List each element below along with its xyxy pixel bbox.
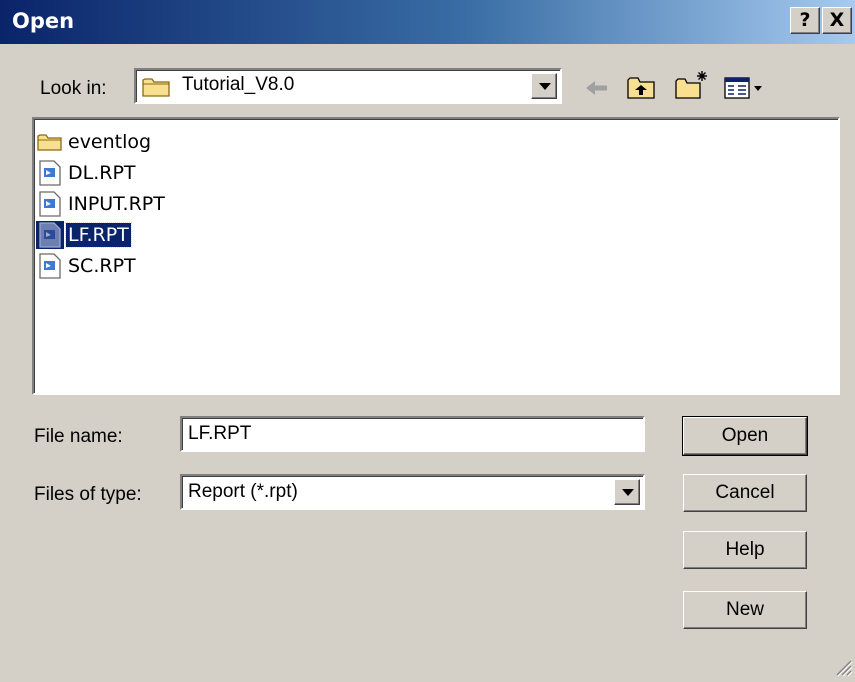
list-item[interactable]: INPUT.RPT	[36, 189, 167, 219]
list-item[interactable]: DL.RPT	[36, 158, 138, 188]
document-icon	[36, 252, 64, 280]
back-arrow-icon[interactable]	[584, 78, 610, 103]
file-type-combo[interactable]: Report (*.rpt)	[180, 474, 645, 510]
title-bar[interactable]: Open ? X	[0, 0, 855, 44]
file-name: SC.RPT	[68, 255, 136, 277]
up-folder-icon[interactable]	[626, 74, 656, 105]
list-item-selected[interactable]: LF.RPT	[36, 220, 132, 250]
file-type-value: Report (*.rpt)	[188, 481, 298, 502]
file-list[interactable]: eventlog DL.RPT INPUT.RPT LF.RPT SC.RPT	[32, 117, 840, 395]
help-button[interactable]: Help	[683, 531, 807, 569]
document-icon	[36, 221, 64, 249]
folder-icon	[36, 128, 64, 156]
new-button[interactable]: New	[683, 591, 807, 629]
file-name: LF.RPT	[65, 222, 132, 248]
chevron-down-icon	[622, 489, 634, 496]
file-name: INPUT.RPT	[68, 193, 165, 215]
open-button[interactable]: Open	[682, 416, 808, 456]
file-name: eventlog	[68, 131, 152, 153]
cancel-button[interactable]: Cancel	[683, 474, 807, 512]
list-item[interactable]: SC.RPT	[36, 251, 138, 281]
list-item[interactable]: eventlog	[36, 127, 153, 157]
document-icon	[36, 190, 64, 218]
file-type-dropdown-button[interactable]	[614, 479, 640, 505]
help-title-button[interactable]: ?	[790, 7, 820, 34]
look-in-value: Tutorial_V8.0	[182, 74, 295, 95]
look-in-dropdown-button[interactable]	[531, 73, 557, 99]
resize-grip-icon[interactable]	[833, 657, 853, 682]
look-in-combo[interactable]: Tutorial_V8.0	[134, 68, 562, 104]
window-title: Open	[12, 9, 75, 33]
file-name-value: LF.RPT	[188, 423, 252, 444]
look-in-label: Look in:	[40, 78, 107, 99]
view-menu-icon[interactable]	[724, 76, 766, 105]
close-title-button[interactable]: X	[822, 7, 852, 34]
file-name-field[interactable]: LF.RPT	[180, 416, 645, 452]
new-folder-icon[interactable]	[674, 70, 710, 105]
file-type-label: Files of type:	[34, 484, 142, 505]
file-name-label: File name:	[34, 426, 123, 447]
document-icon	[36, 159, 64, 187]
folder-icon	[142, 76, 172, 103]
file-name: DL.RPT	[68, 162, 136, 184]
chevron-down-icon	[539, 83, 551, 90]
